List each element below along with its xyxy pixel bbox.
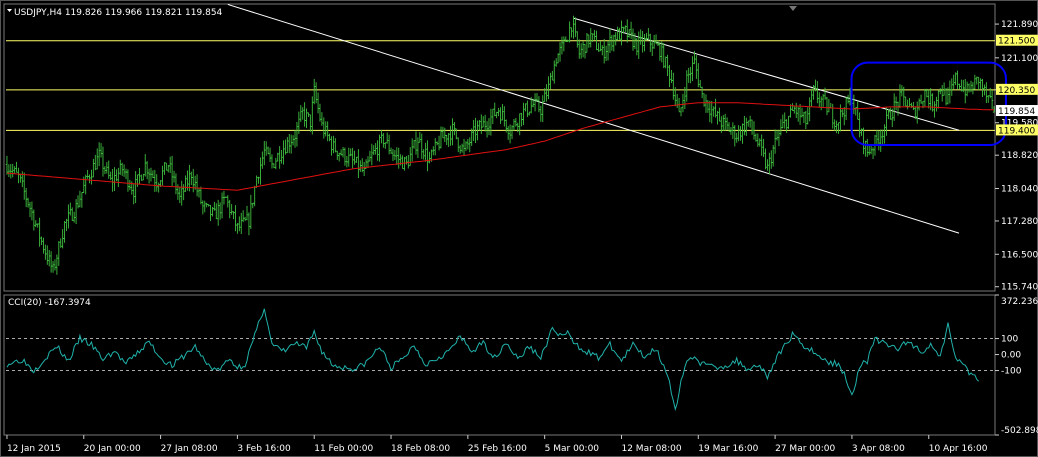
- current-price-tag-label: 119.854: [998, 107, 1035, 117]
- cci-tick-label: 100: [1001, 335, 1018, 345]
- chart-window: USDJPY,H4 119.826 119.966 119.821 119.85…: [0, 0, 1038, 457]
- time-tick-label: 3 Feb 16:00: [237, 444, 291, 454]
- cci-tick-label: -100: [1001, 367, 1022, 377]
- time-tick-label: 18 Feb 08:00: [391, 444, 450, 454]
- window-border: [0, 0, 1038, 457]
- price-axis[interactable]: 121.890121.100120.350119.580118.820118.0…: [995, 20, 1038, 293]
- price-tick-label: 118.040: [1001, 185, 1038, 195]
- cci-tick-label: -502.8983: [1001, 426, 1038, 436]
- price-tick-label: 121.890: [1001, 20, 1038, 30]
- time-tick-label: 20 Jan 00:00: [84, 444, 141, 454]
- price-tick-label: 115.740: [1001, 283, 1038, 293]
- time-tick-label: 12 Jan 2015: [7, 444, 61, 454]
- time-tick-label: 12 Mar 08:00: [621, 444, 681, 454]
- time-tick-label: 10 Apr 16:00: [929, 444, 988, 454]
- price-tick-label: 116.500: [1001, 250, 1038, 260]
- cci-tick-label: 0.00: [1001, 351, 1021, 361]
- time-tick-label: 27 Mar 00:00: [775, 444, 835, 454]
- cci-tick-label: 372.2363: [1001, 297, 1038, 307]
- level-tag-label: 121.500: [998, 37, 1035, 47]
- time-tick-label: 27 Jan 08:00: [161, 444, 218, 454]
- time-tick-label: 3 Apr 08:00: [852, 444, 905, 454]
- price-tick-label: 121.100: [1001, 54, 1038, 64]
- price-tick-label: 118.820: [1001, 151, 1038, 161]
- level-tag-label: 119.400: [998, 126, 1035, 136]
- price-tick-label: 117.280: [1001, 217, 1038, 227]
- time-tick-label: 19 Mar 16:00: [698, 444, 758, 454]
- time-tick-label: 25 Feb 16:00: [468, 444, 527, 454]
- cci-header: CCI(20) -167.3974: [8, 298, 91, 308]
- time-tick-label: 5 Mar 00:00: [545, 444, 600, 454]
- symbol-header: USDJPY,H4 119.826 119.966 119.821 119.85…: [14, 8, 223, 18]
- level-tag-label: 120.350: [998, 86, 1035, 96]
- time-tick-label: 11 Feb 00:00: [314, 444, 373, 454]
